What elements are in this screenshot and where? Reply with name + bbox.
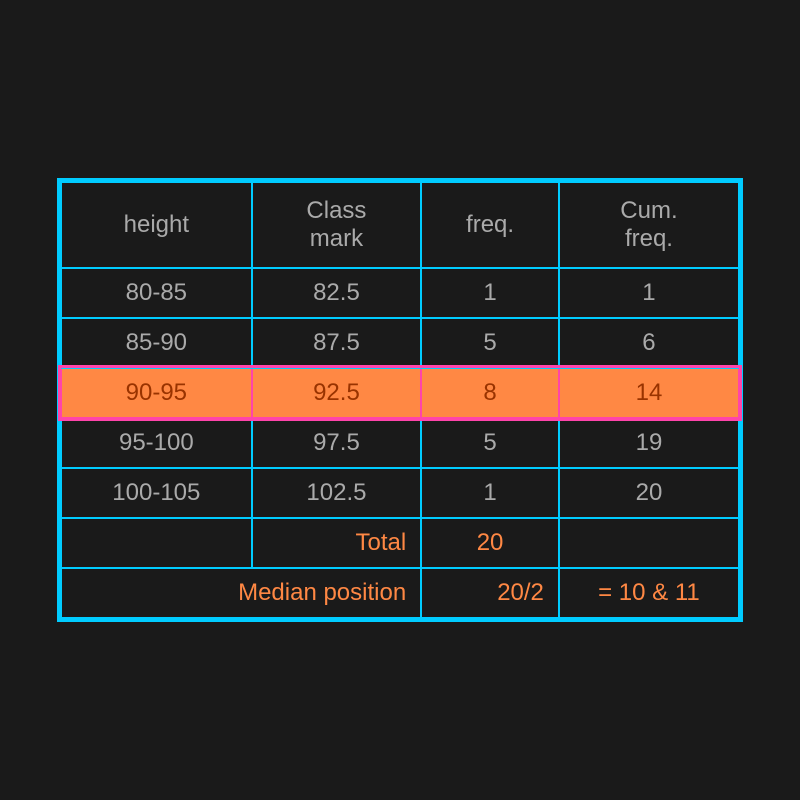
total-label: Total [252,518,422,568]
median-label: Median position [61,568,421,618]
cell-cum-freq: 1 [559,268,739,318]
cell-class-mark: 97.5 [252,418,422,468]
cell-class-mark: 102.5 [252,468,422,518]
cell-height: 85-90 [61,318,252,368]
cell-height: 100-105 [61,468,252,518]
cell-cum-freq: 14 [559,368,739,418]
median-row: Median position 20/2 = 10 & 11 [61,568,739,618]
cell-cum-freq: 20 [559,468,739,518]
header-cum-freq: Cum. freq. [559,182,739,268]
cell-height: 90-95 [61,368,252,418]
total-empty-2 [559,518,739,568]
cell-freq: 5 [421,418,559,468]
median-value: 20/2 [421,568,559,618]
cell-height: 80-85 [61,268,252,318]
cell-class-mark: 82.5 [252,268,422,318]
header-class-mark: Class mark [252,182,422,268]
frequency-table: height Class mark freq. Cum. freq. 80-85… [57,178,743,622]
cell-freq: 8 [421,368,559,418]
cell-cum-freq: 6 [559,318,739,368]
header-freq: freq. [421,182,559,268]
total-empty-1 [61,518,252,568]
table-row: 100-105 102.5 1 20 [61,468,739,518]
cell-freq: 1 [421,268,559,318]
table-row: 95-100 97.5 5 19 [61,418,739,468]
table-row: 80-85 82.5 1 1 [61,268,739,318]
total-row: Total 20 [61,518,739,568]
header-height: height [61,182,252,268]
total-value: 20 [421,518,559,568]
cell-cum-freq: 19 [559,418,739,468]
cell-class-mark: 92.5 [252,368,422,418]
header-row: height Class mark freq. Cum. freq. [61,182,739,268]
table-row: 90-95 92.5 8 14 [61,368,739,418]
cell-freq: 1 [421,468,559,518]
cell-freq: 5 [421,318,559,368]
cell-height: 95-100 [61,418,252,468]
table-row: 85-90 87.5 5 6 [61,318,739,368]
median-result: = 10 & 11 [559,568,739,618]
cell-class-mark: 87.5 [252,318,422,368]
